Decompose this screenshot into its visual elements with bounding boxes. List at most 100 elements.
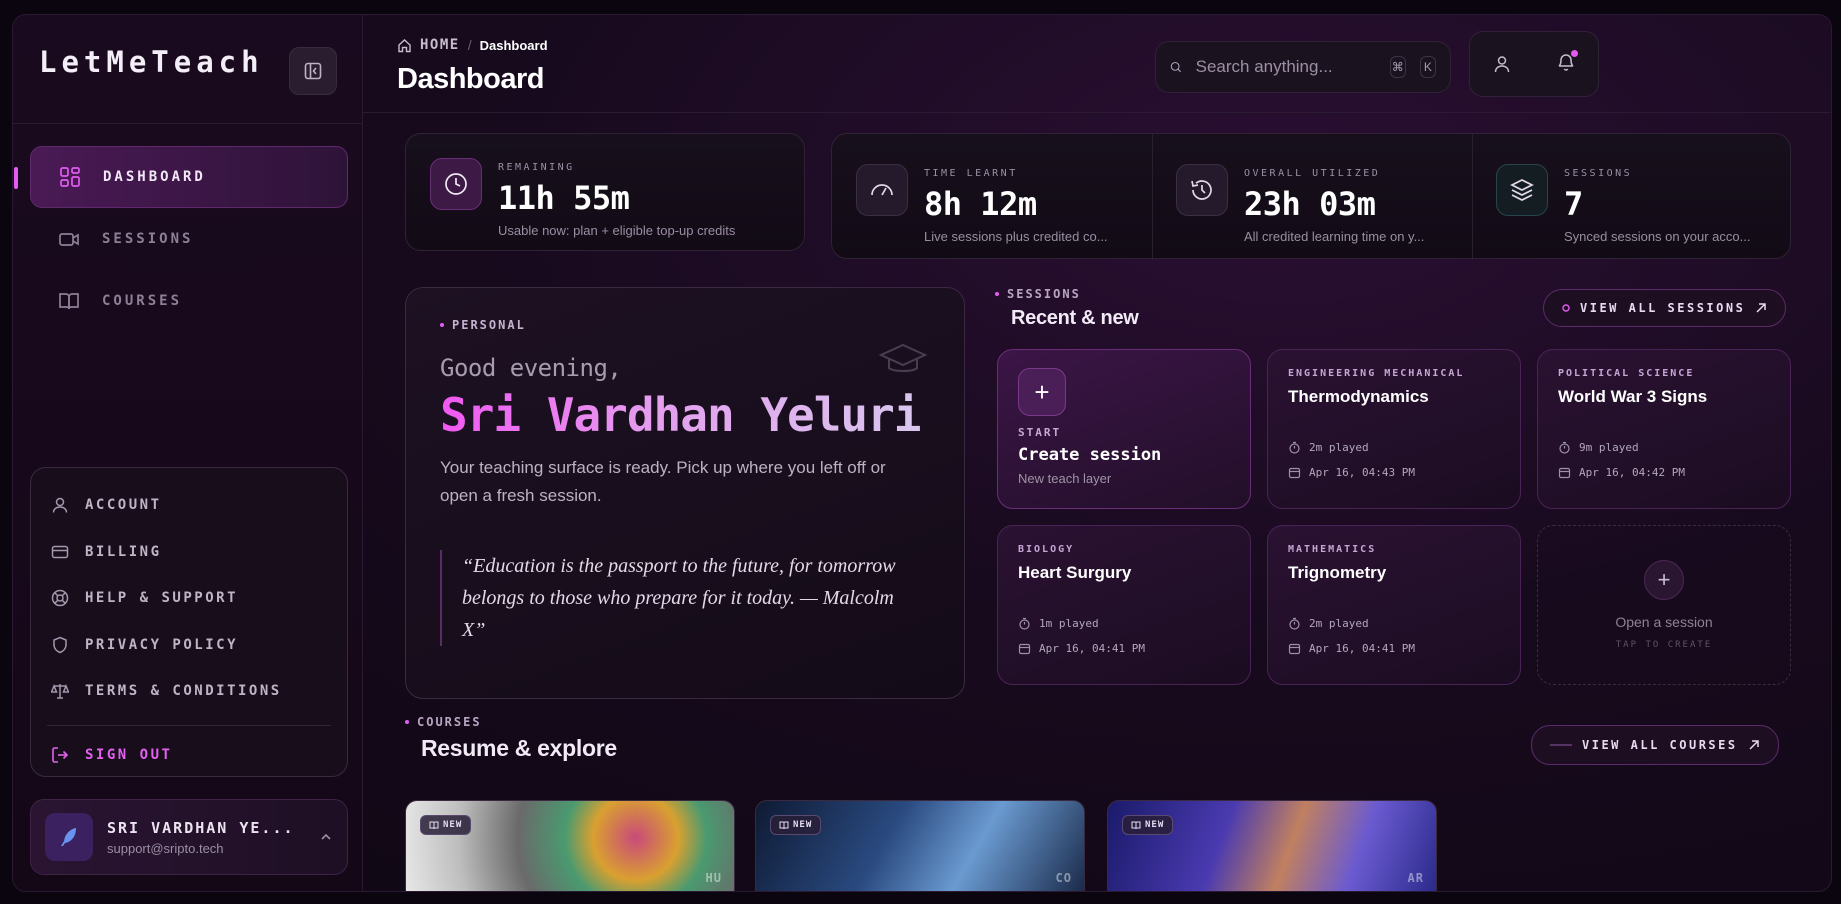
tag-dot [995,292,999,296]
search-input[interactable] [1195,57,1376,77]
plus-icon: + [1644,560,1684,600]
tag-label: COURSES [417,715,482,729]
video-icon [59,233,79,246]
tag-label: PERSONAL [452,318,526,332]
scale-icon [51,684,69,699]
user-profile-card[interactable]: SRI VARDHAN YE... support@sripto.tech [30,799,348,875]
date-text: Apr 16, 04:43 PM [1309,466,1415,479]
clock-icon [445,173,467,195]
grid-icon [60,167,80,187]
search-bar[interactable]: ⌘ K [1155,41,1451,93]
welcome-description: Your teaching surface is ready. Pick up … [440,458,886,505]
breadcrumb-separator: / [467,37,472,53]
avatar [45,813,93,861]
stat-subtitle: Usable now: plan + eligible top-up credi… [498,223,736,238]
sidebar-item-sessions[interactable]: SESSIONS [30,208,348,270]
sign-out-button[interactable]: SIGN OUT [47,732,331,779]
stat-sessions: SESSIONS 7 Synced sessions on your acco.… [1496,164,1750,244]
history-icon [1191,180,1212,200]
brand-logo[interactable]: LetMeTeach [39,45,264,79]
menu-divider [47,724,331,726]
logout-icon [52,746,69,763]
user-icon [52,498,68,513]
view-all-sessions-button[interactable]: VIEW ALL SESSIONS [1543,289,1787,327]
shield-icon [53,636,67,654]
calendar-icon [1018,643,1031,655]
session-subject: MATHEMATICS [1288,544,1377,555]
new-badge: NEW [1122,815,1174,835]
timer-icon [1559,441,1570,454]
course-card[interactable]: NEW CO [755,800,1085,891]
stat-value: 8h 12m [924,185,1037,223]
graduation-cap-icon [878,343,928,372]
session-title: Thermodynamics [1288,387,1429,406]
home-icon[interactable] [397,38,412,53]
session-subject: POLITICAL SCIENCE [1558,368,1695,379]
feather-icon [61,828,76,846]
new-badge: NEW [420,815,472,835]
stat-time-learnt: TIME LEARNT 8h 12m Live sessions plus cr… [856,164,1108,244]
view-all-courses-button[interactable]: VIEW ALL COURSES [1531,725,1779,765]
played-text: 9m played [1579,441,1639,454]
stat-divider [1472,134,1473,260]
stat-value: 11h 55m [498,179,630,217]
sidebar-divider [13,123,363,124]
menu-item-account[interactable]: ACCOUNT [47,482,331,529]
stat-label: SESSIONS [1564,168,1633,179]
chevron-up-icon[interactable] [319,830,333,844]
menu-item-privacy-policy[interactable]: PRIVACY POLICY [47,622,331,669]
stat-icon-box [856,164,908,216]
user-email: support@sripto.tech [107,840,224,856]
open-session-placeholder[interactable]: + Open a session TAP TO CREATE [1537,525,1791,685]
sidebar-item-courses[interactable]: COURSES [30,270,348,332]
stat-divider [1152,134,1153,260]
shortcut-cmd-key: ⌘ [1389,56,1406,78]
user-name: SRI VARDHAN YE... [107,818,295,837]
session-card[interactable]: MATHEMATICS Trignometry 2m played Apr 16… [1267,525,1521,685]
stat-icon-box [1496,164,1548,216]
timer-icon [1019,617,1030,630]
menu-item-billing[interactable]: BILLING [47,529,331,576]
session-card[interactable]: POLITICAL SCIENCE World War 3 Signs 9m p… [1537,349,1791,509]
played-text: 2m played [1309,617,1369,630]
quote-block: “Education is the passport to the future… [440,550,910,646]
date-text: Apr 16, 04:42 PM [1579,466,1685,479]
session-card[interactable]: ENGINEERING MECHANICAL Thermodynamics 2m… [1267,349,1521,509]
create-session-card[interactable]: + START Create session New teach layer [997,349,1251,509]
menu-item-help-support[interactable]: HELP & SUPPORT [47,575,331,622]
session-title: Trignometry [1288,563,1387,582]
greeting-text: Good evening, [440,354,622,382]
empty-title: Open a session [1615,614,1713,630]
date-text: Apr 16, 04:41 PM [1309,642,1415,655]
breadcrumb-home[interactable]: HOME [420,37,460,53]
sidebar-item-dashboard[interactable]: DASHBOARD [14,146,348,208]
app-window: LetMeTeach DASHBOARD SESSIONS COURSES AC… [12,14,1832,892]
collapse-sidebar-button[interactable] [289,47,337,95]
menu-item-label: PRIVACY POLICY [85,636,239,653]
account-menu: ACCOUNT BILLING HELP & SUPPORT PRIVACY P… [30,467,348,777]
stat-overall-utilized: OVERALL UTILIZED 23h 03m All credited le… [1176,164,1424,244]
session-subject: BIOLOGY [1018,544,1075,555]
calendar-icon [1558,467,1571,479]
stat-subtitle: Synced sessions on your acco... [1564,229,1751,244]
stat-card-remaining: REMAINING 11h 55m Usable now: plan + eli… [405,133,805,251]
plus-icon: + [1018,368,1066,416]
empty-subtitle: TAP TO CREATE [1615,640,1713,650]
stat-icon-box [430,158,482,210]
course-code: AR [1407,871,1424,885]
session-played: 9m played [1558,441,1770,454]
notifications-button[interactable] [1556,49,1578,77]
course-card[interactable]: NEW AR [1107,800,1437,891]
layers-icon [1510,179,1534,201]
stats-group: TIME LEARNT 8h 12m Live sessions plus cr… [831,133,1791,260]
profile-icon[interactable] [1492,54,1512,74]
sidebar-collapse-icon [304,62,322,80]
played-text: 2m played [1309,441,1369,454]
menu-item-terms-conditions[interactable]: TERMS & CONDITIONS [47,668,331,715]
create-session-subtitle: New teach layer [1018,471,1112,486]
date-text: Apr 16, 04:41 PM [1039,642,1145,655]
course-card[interactable]: NEW HU [405,800,735,891]
notification-dot [1571,49,1578,57]
course-code: HU [705,871,722,885]
session-card[interactable]: BIOLOGY Heart Surgury 1m played Apr 16, … [997,525,1251,685]
